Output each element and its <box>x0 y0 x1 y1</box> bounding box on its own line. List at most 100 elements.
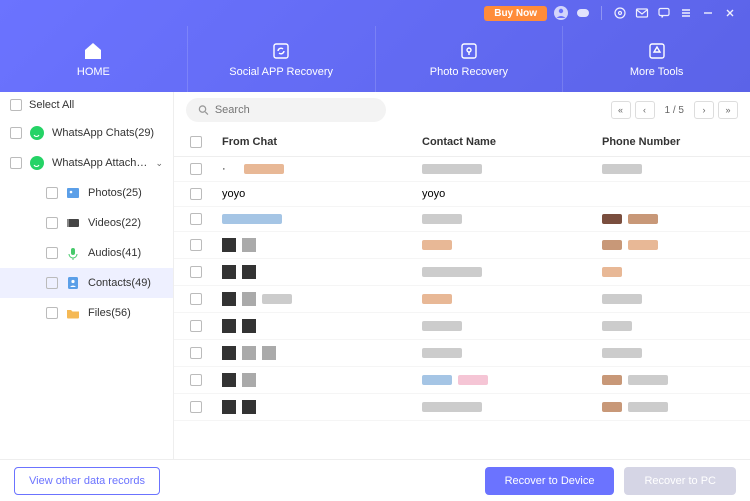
redacted <box>458 375 488 385</box>
table-row[interactable] <box>174 232 750 259</box>
tab-photo-recovery[interactable]: Photo Recovery <box>376 26 564 92</box>
redacted <box>602 375 622 385</box>
table-row[interactable]: · <box>174 157 750 182</box>
photos-icon <box>65 185 81 201</box>
nav-tabs: HOME Social APP Recovery Photo Recovery … <box>0 26 750 92</box>
recover-to-device-button[interactable]: Recover to Device <box>485 467 615 495</box>
sidebar: Select All WhatsApp Chats(29) WhatsApp A… <box>0 92 174 459</box>
checkbox[interactable] <box>190 293 202 305</box>
table-row[interactable] <box>174 286 750 313</box>
redacted <box>422 267 482 277</box>
tab-label: Photo Recovery <box>430 66 508 78</box>
whatsapp-icon <box>29 155 45 171</box>
minimize-icon[interactable] <box>700 5 716 21</box>
refresh-icon <box>270 40 292 62</box>
table-row[interactable] <box>174 313 750 340</box>
select-all-row[interactable]: Select All <box>0 92 173 118</box>
page-first-button[interactable]: « <box>611 101 631 119</box>
sidebar-item-files[interactable]: Files(56) <box>0 298 173 328</box>
menu-icon[interactable] <box>678 5 694 21</box>
redacted <box>242 373 256 387</box>
main-content: Select All WhatsApp Chats(29) WhatsApp A… <box>0 92 750 459</box>
checkbox[interactable] <box>190 188 202 200</box>
table-row[interactable] <box>174 367 750 394</box>
checkbox[interactable] <box>190 374 202 386</box>
tools-icon <box>646 40 668 62</box>
table-row[interactable] <box>174 259 750 286</box>
content-area: « ‹ 1 / 5 › » From Chat Contact Name Pho… <box>174 92 750 459</box>
select-all-checkbox[interactable] <box>190 136 202 148</box>
page-indicator: 1 / 5 <box>665 105 684 116</box>
redacted <box>602 240 622 250</box>
discord-icon[interactable] <box>575 5 591 21</box>
checkbox[interactable] <box>190 213 202 225</box>
table-row[interactable] <box>174 394 750 421</box>
search-input[interactable] <box>215 104 374 116</box>
sidebar-item-videos[interactable]: Videos(22) <box>0 208 173 238</box>
checkbox[interactable] <box>190 266 202 278</box>
mail-icon[interactable] <box>634 5 650 21</box>
sidebar-item-photos[interactable]: Photos(25) <box>0 178 173 208</box>
page-last-button[interactable]: » <box>718 101 738 119</box>
checkbox[interactable] <box>10 157 22 169</box>
sidebar-item-label: Contacts(49) <box>88 277 151 289</box>
footer: View other data records Recover to Devic… <box>0 459 750 501</box>
checkbox[interactable] <box>190 239 202 251</box>
cell-from: · <box>222 163 226 175</box>
checkbox[interactable] <box>46 247 58 259</box>
close-icon[interactable] <box>722 5 738 21</box>
sidebar-item-audios[interactable]: Audios(41) <box>0 238 173 268</box>
feedback-icon[interactable] <box>656 5 672 21</box>
select-all-label: Select All <box>29 99 74 111</box>
redacted <box>242 400 256 414</box>
redacted <box>602 321 632 331</box>
sidebar-item-whatsapp-chats[interactable]: WhatsApp Chats(29) <box>0 118 173 148</box>
checkbox[interactable] <box>190 401 202 413</box>
checkbox[interactable] <box>46 277 58 289</box>
page-next-button[interactable]: › <box>694 101 714 119</box>
avatar-icon[interactable] <box>553 5 569 21</box>
tab-home[interactable]: HOME <box>0 26 188 92</box>
checkbox[interactable] <box>190 320 202 332</box>
checkbox[interactable] <box>10 99 22 111</box>
checkbox[interactable] <box>190 163 202 175</box>
redacted <box>602 294 642 304</box>
checkbox[interactable] <box>46 187 58 199</box>
checkbox[interactable] <box>10 127 22 139</box>
cell-contact: yoyo <box>422 188 445 200</box>
checkbox[interactable] <box>46 307 58 319</box>
sidebar-item-contacts[interactable]: Contacts(49) <box>0 268 173 298</box>
header-contact-name: Contact Name <box>422 136 602 148</box>
titlebar: Buy Now <box>0 0 750 26</box>
header-from-chat: From Chat <box>222 136 422 148</box>
separator <box>601 6 602 20</box>
folder-icon <box>65 305 81 321</box>
sidebar-item-label: WhatsApp Chats(29) <box>52 127 154 139</box>
sidebar-item-whatsapp-attachments[interactable]: WhatsApp Attachme... ⌄ <box>0 148 173 178</box>
redacted <box>242 292 256 306</box>
redacted <box>242 265 256 279</box>
page-prev-button[interactable]: ‹ <box>635 101 655 119</box>
checkbox[interactable] <box>46 217 58 229</box>
table-row[interactable] <box>174 207 750 232</box>
chevron-down-icon: ⌄ <box>155 158 163 169</box>
sidebar-item-label: Files(56) <box>88 307 131 319</box>
search-box[interactable] <box>186 98 386 122</box>
redacted <box>242 346 256 360</box>
table-row[interactable]: yoyo yoyo <box>174 182 750 207</box>
table-row[interactable] <box>174 340 750 367</box>
recover-to-pc-button[interactable]: Recover to PC <box>624 467 736 495</box>
redacted <box>422 164 482 174</box>
tab-social-recovery[interactable]: Social APP Recovery <box>188 26 376 92</box>
redacted <box>628 375 668 385</box>
buy-now-button[interactable]: Buy Now <box>484 6 547 21</box>
view-other-records-button[interactable]: View other data records <box>14 467 160 495</box>
checkbox[interactable] <box>190 347 202 359</box>
settings-icon[interactable] <box>612 5 628 21</box>
redacted <box>262 346 276 360</box>
redacted <box>422 214 462 224</box>
sidebar-item-label: Photos(25) <box>88 187 142 199</box>
redacted <box>628 240 658 250</box>
tab-more-tools[interactable]: More Tools <box>563 26 750 92</box>
whatsapp-icon <box>29 125 45 141</box>
